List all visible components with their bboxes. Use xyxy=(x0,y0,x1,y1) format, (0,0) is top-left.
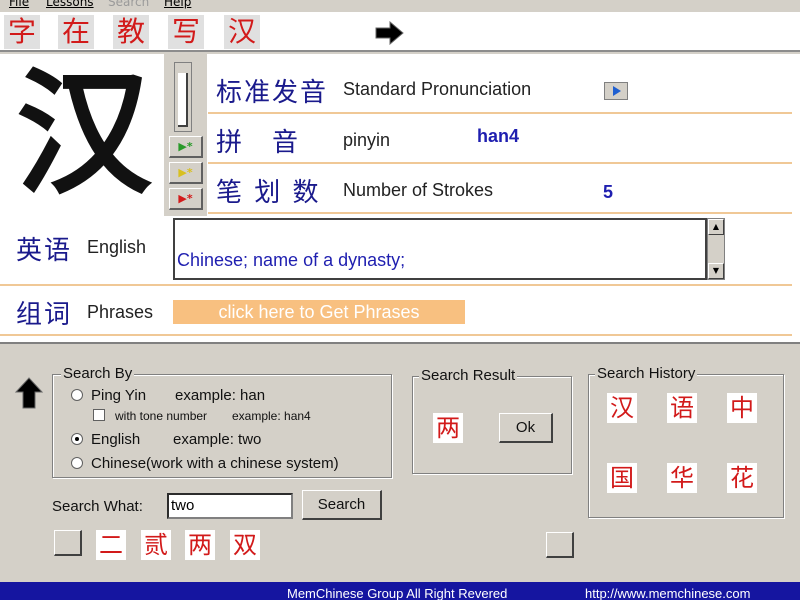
ok-button[interactable]: Ok xyxy=(499,413,553,443)
pronunciation-en-label: Standard Pronunciation xyxy=(343,79,532,99)
scroll-up-icon[interactable]: ▲ xyxy=(708,219,724,235)
speed-controls: ▶* ▶* ▶* xyxy=(163,54,207,216)
strokes-cn-label: 笔 划 数 xyxy=(216,178,321,208)
result-char[interactable]: 两 xyxy=(185,530,215,560)
character-detail-panel: 汉 ▶* ▶* ▶* 标准发音 Standard Pronunciation 拼… xyxy=(0,54,800,342)
word-strip: 字 在 教 写 汉 xyxy=(0,12,800,52)
menu-search[interactable]: Search xyxy=(108,0,149,9)
history-char[interactable]: 语 xyxy=(667,393,697,423)
radio-english[interactable] xyxy=(71,433,83,445)
menu-file[interactable]: File xyxy=(9,0,29,9)
word-tile[interactable]: 字 xyxy=(4,15,40,49)
play-green-button[interactable]: ▶* xyxy=(169,136,203,158)
website-link[interactable]: http://www.memchinese.com xyxy=(585,586,750,600)
word-tile[interactable]: 写 xyxy=(168,15,204,49)
word-tile[interactable]: 汉 xyxy=(224,15,260,49)
result-char[interactable]: 双 xyxy=(230,530,260,560)
speed-slider[interactable] xyxy=(174,62,192,132)
tone-number-example: example: han4 xyxy=(232,409,311,423)
pinyin-cn-label: 拼 音 xyxy=(216,128,301,158)
strokes-value: 5 xyxy=(603,182,614,202)
search-history-group: Search History 汉 语 中 国 华 花 xyxy=(588,365,784,518)
search-by-group: Search By Ping Yin example: han with ton… xyxy=(52,365,392,478)
divider xyxy=(0,334,792,336)
search-input[interactable]: two xyxy=(167,493,293,519)
result-char[interactable]: 贰 xyxy=(141,530,171,560)
phrases-en-label: Phrases xyxy=(87,302,154,322)
copyright-text: MemChinese Group All Right Revered xyxy=(287,586,508,600)
play-sound-button[interactable] xyxy=(604,82,628,100)
history-char[interactable]: 华 xyxy=(667,463,697,493)
option-pinyin-label: Ping Yin xyxy=(91,387,147,404)
next-arrow-icon[interactable] xyxy=(372,21,406,45)
status-bar: MemChinese Group All Right Revered http:… xyxy=(0,582,800,600)
search-panel: Search By Ping Yin example: han with ton… xyxy=(0,342,800,582)
word-tile[interactable]: 在 xyxy=(58,15,94,49)
history-char[interactable]: 花 xyxy=(727,463,757,493)
divider xyxy=(208,162,792,164)
tone-number-label: with tone number xyxy=(115,409,208,423)
back-up-arrow-icon[interactable] xyxy=(14,376,44,410)
divider xyxy=(208,212,792,214)
next-results-button[interactable] xyxy=(546,532,574,558)
history-char[interactable]: 中 xyxy=(727,393,757,423)
radio-pinyin[interactable] xyxy=(71,389,83,401)
option-pinyin-example: example: han xyxy=(175,387,266,404)
strokes-en-label: Number of Strokes xyxy=(343,180,494,200)
history-char[interactable]: 汉 xyxy=(607,393,637,423)
search-result-char[interactable]: 两 xyxy=(433,413,463,443)
search-by-title: Search By xyxy=(61,365,135,382)
radio-chinese[interactable] xyxy=(71,457,83,469)
divider xyxy=(0,284,792,286)
slider-thumb[interactable] xyxy=(178,73,188,127)
search-history-title: Search History xyxy=(595,365,698,382)
meaning-box[interactable]: Chinese; name of a dynasty; xyxy=(173,218,707,280)
pinyin-value: han4 xyxy=(477,126,520,146)
history-char[interactable]: 国 xyxy=(607,463,637,493)
english-cn-label: 英语 xyxy=(16,236,73,266)
search-button[interactable]: Search xyxy=(302,490,382,520)
option-chinese-label: Chinese(work with a chinese system) xyxy=(91,455,339,472)
english-en-label: English xyxy=(87,237,147,257)
menu-bar: File Lessons Search Help xyxy=(0,0,800,12)
play-yellow-button[interactable]: ▶* xyxy=(169,162,203,184)
get-phrases-button[interactable]: click here to Get Phrases xyxy=(173,300,465,324)
tone-number-checkbox[interactable] xyxy=(93,409,105,421)
option-english-example: example: two xyxy=(173,431,262,448)
menu-help[interactable]: Help xyxy=(164,0,191,9)
meaning-text: Chinese; name of a dynasty; xyxy=(177,250,406,270)
phrases-cn-label: 组词 xyxy=(16,300,73,330)
result-char[interactable]: 二 xyxy=(96,530,126,560)
meaning-scrollbar[interactable]: ▲ ▼ xyxy=(707,218,725,280)
pinyin-en-label: pinyin xyxy=(343,130,391,150)
prev-results-button[interactable] xyxy=(54,530,82,556)
search-result-title: Search Result xyxy=(419,367,518,384)
divider xyxy=(208,112,792,114)
search-result-group: Search Result 两 Ok xyxy=(412,367,572,474)
pronunciation-cn-label: 标准发音 xyxy=(216,78,329,108)
main-character: 汉 xyxy=(16,54,152,214)
word-tile[interactable]: 教 xyxy=(113,15,149,49)
option-english-label: English xyxy=(91,431,141,448)
search-what-label: Search What: xyxy=(52,498,143,515)
play-icon xyxy=(613,86,621,96)
scroll-down-icon[interactable]: ▼ xyxy=(708,263,724,279)
play-red-button[interactable]: ▶* xyxy=(169,188,203,210)
menu-lessons[interactable]: Lessons xyxy=(46,0,94,9)
